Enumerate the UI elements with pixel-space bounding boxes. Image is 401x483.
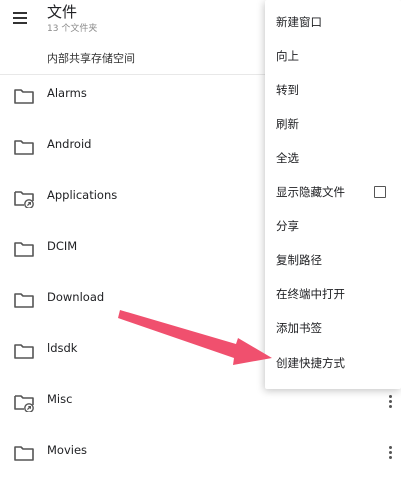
annotation-arrow: [118, 310, 272, 365]
